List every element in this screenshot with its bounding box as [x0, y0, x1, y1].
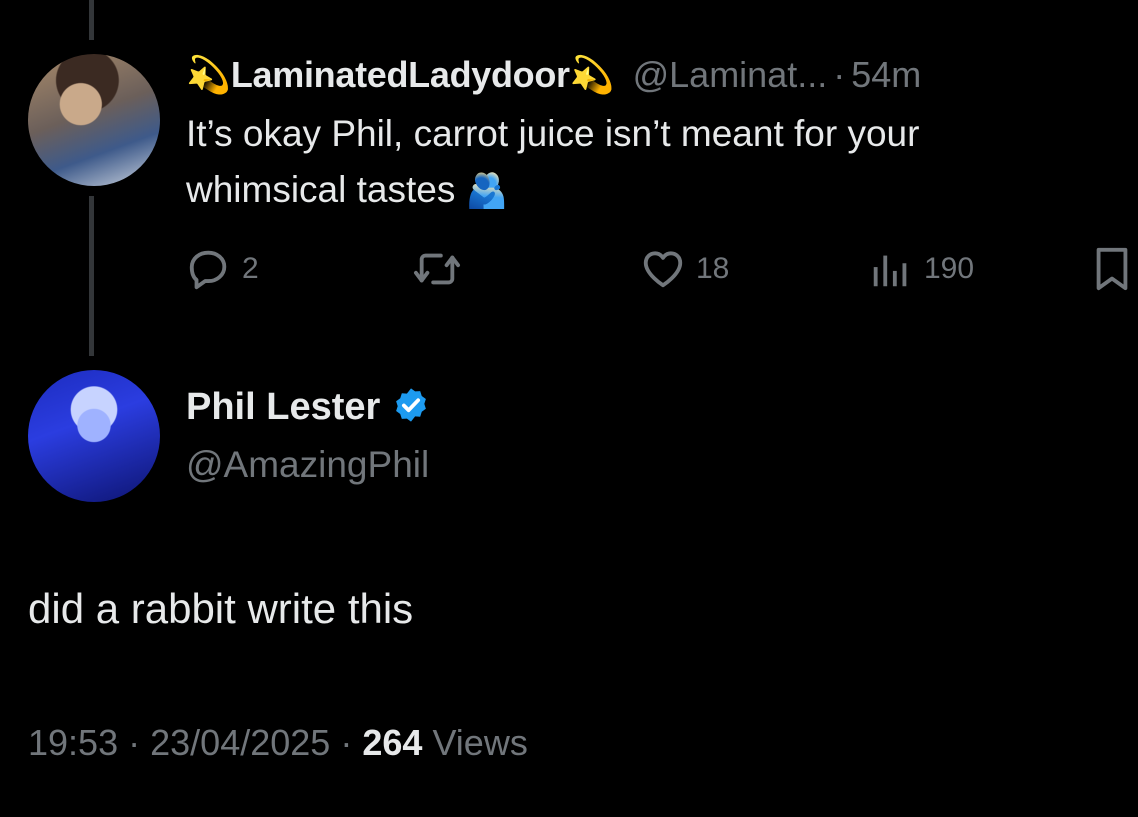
- author-name-row: Phil Lester: [186, 386, 430, 429]
- separator-dot: ·: [128, 722, 141, 763]
- thread-connector-top: [89, 0, 94, 40]
- reply-icon: [186, 246, 232, 292]
- tweet-text-line: It’s okay Phil, carrot juice isn’t meant…: [186, 113, 920, 154]
- reply-count: 2: [242, 252, 259, 285]
- views-icon: [868, 246, 914, 292]
- views-button[interactable]: 190: [868, 244, 974, 294]
- reply-header: 💫 LaminatedLadydoor 💫 @Laminat... · 54m: [186, 52, 921, 98]
- like-button[interactable]: 18: [640, 244, 729, 294]
- tweet-text: did a rabbit write this: [28, 585, 414, 632]
- hug-emoji: 🫂: [465, 172, 508, 210]
- user-handle[interactable]: @Laminat...: [633, 54, 828, 96]
- tweet-actions: 2 18 190: [186, 244, 1136, 294]
- avatar[interactable]: [28, 370, 160, 502]
- tweet-text-line: whimsical tastes: [186, 169, 456, 210]
- separator-dot: ·: [340, 722, 353, 763]
- display-name[interactable]: Phil Lester: [186, 386, 380, 429]
- tweet-meta: 19:53 · 23/04/2025 · 264 Views: [28, 722, 528, 764]
- tweet-time[interactable]: 19:53: [28, 722, 118, 763]
- separator-dot: ·: [833, 54, 846, 95]
- timestamp[interactable]: 54m: [851, 54, 921, 96]
- views-label: Views: [432, 722, 528, 763]
- dizzy-emoji: 💫: [569, 54, 615, 95]
- bookmark-icon: [1092, 246, 1132, 292]
- dizzy-emoji: 💫: [186, 54, 231, 95]
- verified-badge-icon[interactable]: [380, 386, 430, 429]
- like-count: 18: [696, 252, 730, 285]
- user-handle[interactable]: @AmazingPhil: [186, 444, 429, 486]
- like-icon: [640, 246, 686, 292]
- display-name[interactable]: LaminatedLadydoor: [231, 54, 570, 96]
- reply-button[interactable]: 2: [186, 244, 259, 294]
- views-count[interactable]: 264: [362, 722, 422, 763]
- thread-connector: [89, 196, 94, 356]
- retweet-icon: [412, 246, 462, 292]
- retweet-button[interactable]: [412, 244, 472, 294]
- tweet-date[interactable]: 23/04/2025: [150, 722, 330, 763]
- views-count: 190: [924, 252, 975, 285]
- bookmark-button[interactable]: [1092, 244, 1132, 294]
- tweet-text: It’s okay Phil, carrot juice isn’t meant…: [186, 106, 1106, 219]
- avatar[interactable]: [28, 54, 160, 186]
